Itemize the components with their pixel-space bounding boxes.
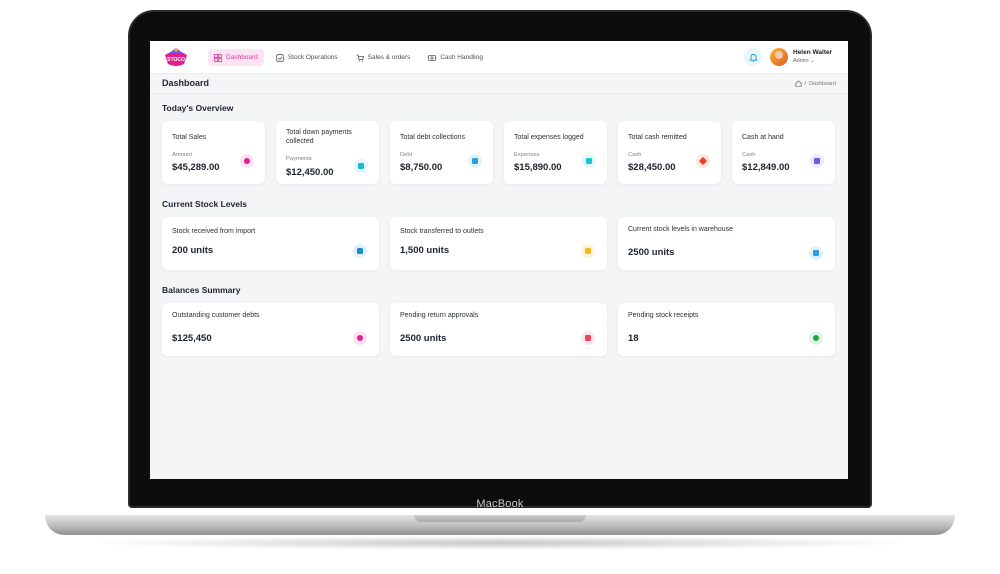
receipt-icon: [582, 154, 596, 168]
breadcrumb-separator: /: [804, 80, 807, 87]
card-title: Total debt collections: [400, 134, 465, 141]
inbox-icon: [353, 244, 367, 258]
stock-card-warehouse[interactable]: Current stock levels in warehouse 2500 u…: [618, 217, 835, 270]
grid-icon: [214, 53, 222, 62]
wallet-icon: [354, 159, 368, 173]
card-value: 2500 units: [400, 333, 447, 344]
card-title: Pending stock receipts: [628, 312, 699, 319]
overview-card-debt-collections[interactable]: Total debt collections Debt $8,750.00: [390, 121, 493, 184]
stoco-logo[interactable]: STOCO: [162, 47, 190, 69]
card-value: $15,890.00: [514, 162, 562, 173]
top-navbar: STOCO Dashboard Stock Operations Sales &…: [150, 41, 848, 74]
card-value: $12,450.00: [286, 167, 334, 178]
card-value: $28,450.00: [628, 162, 676, 173]
card-value: 1,500 units: [400, 245, 450, 256]
stock-card-transferred[interactable]: Stock transferred to outlets 1,500 units: [390, 217, 607, 270]
wallet-icon: [810, 154, 824, 168]
nav-sales-orders[interactable]: Sales & orders: [350, 49, 417, 66]
card-title: Outstanding customer debts: [172, 312, 260, 319]
warehouse-icon: [809, 246, 823, 260]
app-screen: STOCO Dashboard Stock Operations Sales &…: [150, 41, 848, 479]
balance-card-stock-receipts[interactable]: Pending stock receipts 18: [618, 303, 835, 356]
card-title: Total Sales: [172, 134, 207, 141]
dollar-icon: [240, 154, 254, 168]
card-title: Total cash remitted: [628, 134, 687, 141]
card-value: $125,450: [172, 333, 212, 344]
card-value: $12,849.00: [742, 162, 790, 173]
card-title: Cash at hand: [742, 134, 784, 141]
overview-card-cash-remitted[interactable]: Total cash remitted Cash $28,450.00: [618, 121, 721, 184]
main-nav: Dashboard Stock Operations Sales & order…: [208, 49, 489, 66]
header-divider: [150, 93, 848, 94]
card-value: $8,750.00: [400, 162, 443, 173]
user-role-dropdown[interactable]: Admin ⌄: [793, 58, 815, 64]
card-title: Stock transferred to outlets: [400, 228, 484, 235]
nav-stock-operations[interactable]: Stock Operations: [270, 49, 344, 66]
bell-icon: [748, 53, 758, 62]
balances-title: Balances Summary: [162, 285, 241, 295]
breadcrumb: / Dashboard: [794, 80, 836, 87]
overview-card-down-payments[interactable]: Total down payments collected Payments $…: [276, 121, 379, 184]
chevron-down-icon: ⌄: [810, 58, 815, 64]
breadcrumb-current: Dashboard: [809, 80, 836, 87]
cart-icon: [356, 54, 364, 62]
overview-card-expenses[interactable]: Total expenses logged Expenses $15,890.0…: [504, 121, 607, 184]
overview-card-total-sales[interactable]: Total Sales Amount $45,289.00: [162, 121, 265, 184]
card-title: Total expenses logged: [514, 134, 584, 141]
card-value: 200 units: [172, 245, 214, 256]
tag-icon: [696, 154, 710, 168]
card-value: 18: [628, 333, 639, 344]
laptop-shadow: [80, 536, 920, 550]
laptop-mockup: MacBook STOCO Dashboard Stock Operations: [0, 0, 1000, 574]
overview-title: Today's Overview: [162, 103, 234, 113]
nav-cash-handling[interactable]: Cash Handling: [422, 49, 489, 66]
card-value: $45,289.00: [172, 162, 220, 173]
card-title: Pending return approvals: [400, 312, 479, 319]
nav-dashboard-label: Dashboard: [226, 54, 258, 61]
user-name[interactable]: Helen Walter: [793, 49, 832, 56]
card-value: 2500 units: [628, 247, 675, 258]
card-label: Debt: [400, 152, 413, 158]
nav-sales-orders-label: Sales & orders: [367, 54, 411, 61]
balance-card-return-approvals[interactable]: Pending return approvals 2500 units: [390, 303, 607, 356]
user-avatar[interactable]: [770, 48, 788, 66]
return-icon: [581, 331, 595, 345]
laptop-notch: [414, 515, 586, 522]
card-label: Cash: [742, 152, 756, 158]
transfer-icon: [581, 244, 595, 258]
dollar-icon: [353, 331, 367, 345]
document-icon: [468, 154, 482, 168]
card-label: Amount: [172, 152, 192, 158]
card-label: Cash: [628, 152, 642, 158]
nav-cash-handling-label: Cash Handling: [440, 54, 483, 61]
dollar-icon: [809, 331, 823, 345]
logo-text: STOCO: [167, 57, 185, 63]
nav-dashboard[interactable]: Dashboard: [208, 49, 264, 66]
balance-card-customer-debts[interactable]: Outstanding customer debts $125,450: [162, 303, 379, 356]
page-title: Dashboard: [162, 78, 210, 88]
stock-card-received[interactable]: Stock received from import 200 units: [162, 217, 379, 270]
laptop-brand: MacBook: [476, 498, 524, 510]
card-label: Expenses: [514, 152, 540, 158]
overview-card-cash-at-hand[interactable]: Cash at hand Cash $12,849.00: [732, 121, 835, 184]
card-label: Payments: [286, 156, 312, 162]
user-role: Admin: [793, 58, 809, 64]
card-title: Total down payments collected: [286, 129, 352, 145]
nav-stock-operations-label: Stock Operations: [287, 54, 338, 61]
box-icon: [276, 53, 284, 62]
stock-title: Current Stock Levels: [162, 199, 248, 209]
home-icon[interactable]: [794, 80, 802, 87]
notification-button[interactable]: [744, 48, 762, 66]
card-title: Stock received from import: [172, 228, 256, 235]
card-title: Current stock levels in warehouse: [628, 226, 734, 233]
cash-icon: [428, 54, 437, 61]
